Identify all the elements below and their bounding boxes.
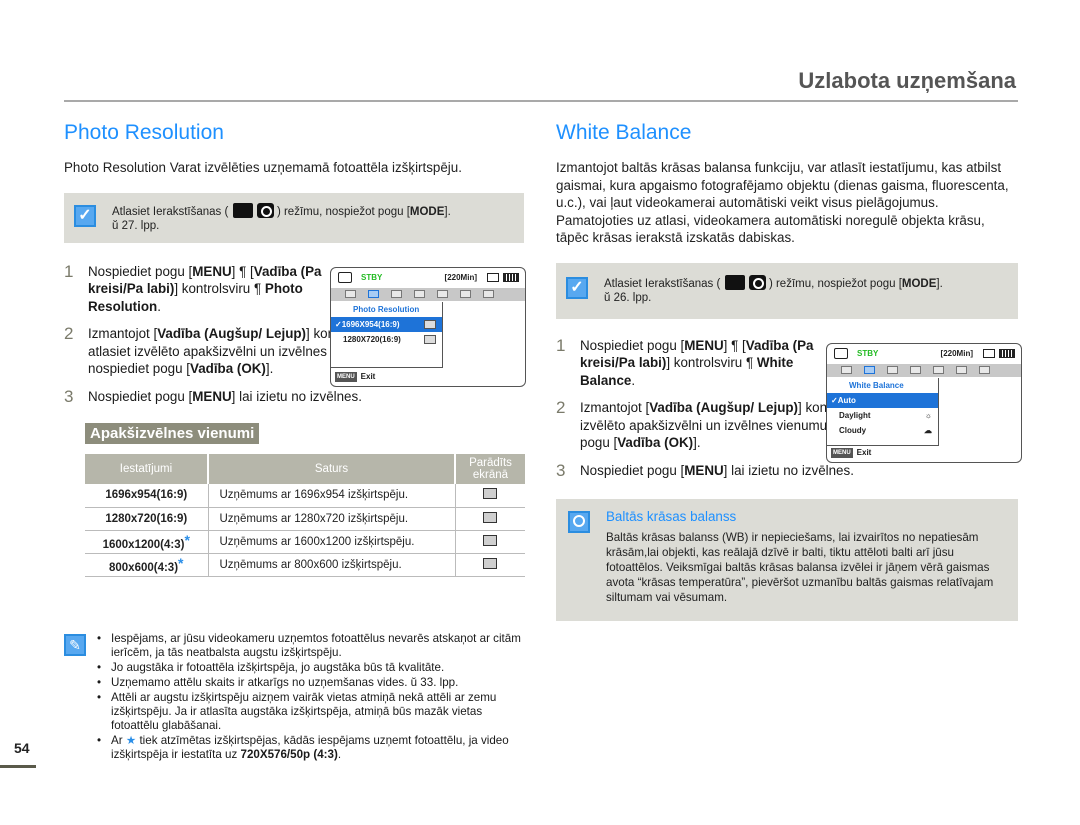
sun-icon: ☼ [924,410,932,420]
res-1600-icon [483,534,498,546]
video-mode-icon [834,348,848,360]
notes-block: ✎ Iespējams, ar jūsu videokameru uzņemto… [64,632,524,763]
lcd-menu-item: ✓ 1696X954(16:9) [331,316,442,332]
res-icon [424,319,436,329]
mode-note: ✓ Atlasiet Ierakstīšanas ( ) režīmu, nos… [556,262,1018,319]
checkmark-icon: ✓ [74,204,96,227]
steps-list: 1 Nospiediet pogu [MENU] ¶ [Vadība (Pa k… [556,335,1022,480]
video-mode-icon [338,272,352,284]
checkmark-icon: ✓ [566,276,588,299]
menu-tab-bar [827,363,1021,377]
step-item: 1 Nospiediet pogu [MENU] ¶ [Vadība (Pa k… [64,261,322,314]
lcd-menu-item: Cloudy ☁ [839,425,932,435]
note-item: Iespējams, ar jūsu videokameru uzņemtos … [97,632,524,660]
step-item: 3 Nospiediet pogu [MENU] lai izietu no i… [64,386,362,406]
res-800-icon [483,557,498,569]
lcd-menu: White Balance ✓ Auto Daylight ☼ Cloudy ☁ [827,377,939,446]
star-icon: ★ [125,734,137,747]
lcd-menu-item: 1280X720(16:9) [331,332,442,347]
page-reference: ŭ 27. lpp. [112,219,160,232]
note-item: Jo augstāka ir fotoattēla izšķirtspēja, … [97,661,524,675]
photo-camera-icon [256,202,274,218]
page-header: Uzlabota uzņemšana [64,66,1018,102]
lcd-menu-item: Daylight ☼ [839,410,932,420]
mode-note: ✓ Atlasiet Ierakstīšanas ( ) režīmu, nos… [64,192,524,243]
photo-camera-icon [748,274,766,290]
note-item: Attēli ar augstu izšķirtspēju aizņem vai… [97,691,524,733]
magnifier-icon [568,511,590,534]
tip-title: Baltās krāsas balanss [606,509,737,525]
note-item: Uzņemamo attēlu skaits ir atkarīgs no uz… [97,676,524,690]
section-title: White Balance [556,121,692,144]
res-1280-icon [483,511,498,523]
table-row: 1696x954(16:9) Uzņēmums ar 1696x954 izšķ… [85,484,525,508]
page-reference: ŭ 26. lpp. [604,291,652,304]
cloud-icon: ☁ [924,425,932,435]
submenu-table: Iestatījumi Saturs Parādīts ekrānā 1696x… [85,454,525,577]
res-icon [424,334,436,344]
table-row: 1600x1200(4:3)* Uzņēmums ar 1600x1200 iz… [85,530,525,554]
tip-body: Baltās krāsas balanss (WB) ir nepiecieša… [606,531,994,605]
steps-list: 1 Nospiediet pogu [MENU] ¶ [Vadība (Pa k… [64,261,526,406]
chapter-title: Uzlabota uzņemšana [798,68,1016,93]
submenu-heading: Apakšizvēlnes vienumi [85,423,260,445]
step-item: 1 Nospiediet pogu [MENU] ¶ [Vadība (Pa k… [556,335,814,388]
page-number-underline [0,765,36,768]
lcd-menu-item: ✓ Auto [827,392,938,408]
menu-tab-bar [331,287,525,301]
intro-text: Izmantojot baltās krāsas balansa funkcij… [556,160,1009,246]
step-item: 3 Nospiediet pogu [MENU] lai izietu no i… [556,460,854,480]
table-row: 1280x720(16:9) Uzņēmums ar 1280x720 izšķ… [85,507,525,531]
battery-icon [503,273,519,283]
lcd-menu: Photo Resolution ✓ 1696X954(16:9) 1280X7… [331,301,443,368]
memory-card-icon [983,349,995,359]
battery-icon [999,349,1015,359]
note-pen-icon: ✎ [64,634,86,656]
lcd-screen: STBY [220Min] White Balance ✓ Auto Dayli… [826,342,1022,463]
intro-text: Photo Resolution Varat izvēlēties uzņema… [64,160,462,176]
table-row: 800x600(4:3)* Uzņēmums ar 800x600 izšķir… [85,553,525,577]
note-item: Ar ★ tiek atzīmētas izšķirtspējas, kādās… [97,734,524,762]
video-camera-icon [232,202,253,218]
photo-resolution-section: Photo Resolution Photo Resolution Varat … [64,120,526,761]
page-number: 54 [14,740,30,756]
lcd-screen: STBY [220Min] Photo Resolution ✓ 1696X95… [330,266,526,387]
white-balance-section: White Balance Izmantojot baltās krāsas b… [556,120,1022,622]
section-title: Photo Resolution [64,121,224,144]
memory-card-icon [487,273,499,283]
res-1696-icon [483,488,498,500]
video-camera-icon [724,274,745,290]
tip-box: Baltās krāsas balanss Baltās krāsas bala… [556,499,1018,622]
